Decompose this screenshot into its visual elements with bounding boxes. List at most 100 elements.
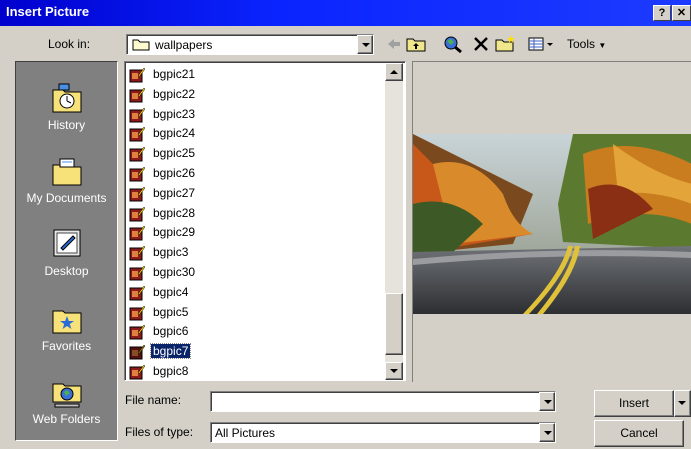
image-file-icon — [129, 265, 146, 281]
scroll-thumb[interactable] — [385, 293, 403, 355]
scroll-down-button[interactable] — [385, 362, 403, 380]
file-name-dropdown-button[interactable] — [539, 392, 555, 411]
image-file-icon — [129, 285, 146, 301]
file-item[interactable]: bgpic25 — [129, 144, 359, 163]
file-name: bgpic21 — [153, 67, 196, 81]
file-name: bgpic27 — [153, 185, 196, 200]
insert-button[interactable]: Insert — [594, 390, 674, 417]
file-name: bgpic26 — [153, 166, 196, 180]
preview-pane — [412, 61, 691, 382]
tools-menu[interactable]: Tools ▼ — [567, 37, 606, 51]
file-list-scrollbar[interactable] — [385, 63, 403, 380]
scroll-up-button[interactable] — [385, 63, 403, 81]
help-button[interactable]: ? — [653, 5, 671, 21]
image-file-icon — [129, 87, 146, 103]
history-icon — [51, 82, 83, 114]
dialog-title: Insert Picture — [6, 4, 90, 19]
file-item[interactable]: bgpic30 — [129, 263, 359, 282]
file-name: bgpic3 — [153, 245, 189, 260]
file-item[interactable]: bgpic5 — [129, 303, 359, 322]
image-file-icon — [129, 305, 146, 321]
file-name: bgpic30 — [153, 265, 196, 279]
delete-icon[interactable] — [473, 36, 489, 55]
look-in-dropdown-button[interactable] — [357, 35, 373, 54]
place-favorites[interactable]: Favorites — [16, 303, 117, 353]
insert-dropdown-button[interactable] — [674, 390, 691, 417]
image-file-icon — [129, 245, 146, 261]
place-history[interactable]: History — [16, 82, 117, 132]
image-file-icon — [129, 324, 146, 340]
place-desktop[interactable]: Desktop — [16, 228, 117, 278]
tools-label: Tools — [567, 37, 596, 51]
file-name: bgpic25 — [153, 146, 196, 161]
image-file-icon — [129, 126, 146, 142]
place-label: Favorites — [41, 339, 92, 353]
file-name: bgpic23 — [153, 106, 196, 121]
image-file-icon — [129, 225, 146, 241]
preview-image — [413, 134, 691, 314]
file-name-label: File name: — [125, 393, 182, 407]
look-in-combobox[interactable]: wallpapers — [126, 34, 374, 55]
file-type-dropdown-button[interactable] — [539, 423, 555, 442]
file-list[interactable]: bgpic21 bgpic22 bgpic23 bgpic24 bgpic25 bgpic… — [124, 61, 406, 381]
title-bar[interactable]: Insert Picture ? ✕ — [0, 0, 691, 26]
file-type-label: Files of type: — [125, 425, 194, 439]
image-file-icon — [129, 344, 146, 360]
desktop-icon — [51, 228, 83, 260]
close-button[interactable]: ✕ — [672, 5, 691, 21]
file-name-combobox[interactable] — [210, 391, 556, 412]
place-label: Desktop — [44, 264, 89, 278]
file-item[interactable]: bgpic27 — [129, 184, 359, 203]
image-file-icon — [129, 166, 146, 182]
file-name: bgpic28 — [153, 205, 196, 220]
file-type-value: All Pictures — [215, 426, 276, 440]
image-file-icon — [129, 206, 146, 222]
place-web-folders[interactable]: Web Folders — [16, 376, 117, 426]
file-name: bgpic4 — [153, 284, 189, 299]
place-label: History — [47, 118, 86, 132]
new-folder-icon[interactable] — [495, 34, 517, 55]
file-item[interactable]: bgpic21 — [129, 65, 359, 84]
look-in-value: wallpapers — [155, 38, 213, 52]
folder-icon — [132, 37, 150, 51]
file-type-combobox[interactable]: All Pictures — [210, 422, 556, 443]
insert-label: Insert — [618, 396, 649, 410]
favorites-icon — [51, 303, 83, 335]
file-item[interactable]: bgpic26 — [129, 164, 359, 183]
cancel-button[interactable]: Cancel — [594, 420, 684, 447]
place-label: My Documents — [26, 191, 107, 205]
image-file-icon — [129, 67, 146, 83]
file-item[interactable]: bgpic28 — [129, 204, 359, 223]
file-item[interactable]: bgpic6 — [129, 322, 359, 341]
file-name: bgpic29 — [153, 225, 196, 240]
place-my-documents[interactable]: My Documents — [16, 155, 117, 205]
image-file-icon — [129, 364, 146, 380]
cancel-label: Cancel — [620, 426, 658, 440]
file-name: bgpic6 — [153, 324, 189, 339]
file-item[interactable]: bgpic8 — [129, 362, 359, 381]
file-name: bgpic5 — [153, 304, 189, 319]
image-file-icon — [129, 107, 146, 123]
views-icon[interactable] — [528, 37, 554, 54]
image-file-icon — [129, 186, 146, 202]
up-folder-icon[interactable] — [406, 36, 426, 55]
file-name: bgpic8 — [153, 364, 189, 378]
file-item[interactable]: bgpic7 — [129, 342, 359, 361]
places-bar: History My Documents Desktop Favorites W… — [15, 61, 118, 441]
search-web-icon[interactable] — [443, 35, 463, 56]
file-item[interactable]: bgpic22 — [129, 85, 359, 104]
file-item[interactable]: bgpic4 — [129, 283, 359, 302]
file-name: bgpic22 — [153, 86, 196, 101]
file-item[interactable]: bgpic24 — [129, 124, 359, 143]
image-file-icon — [129, 146, 146, 162]
file-name: bgpic7 — [149, 343, 192, 360]
file-name: bgpic24 — [153, 126, 196, 141]
web-folders-icon — [51, 376, 83, 408]
place-label: Web Folders — [32, 412, 101, 426]
file-item[interactable]: bgpic29 — [129, 223, 359, 242]
look-in-label: Look in: — [48, 37, 91, 51]
back-arrow-icon[interactable] — [386, 37, 402, 54]
file-item[interactable]: bgpic3 — [129, 243, 359, 262]
my-documents-icon — [51, 155, 83, 187]
file-item[interactable]: bgpic23 — [129, 105, 359, 124]
